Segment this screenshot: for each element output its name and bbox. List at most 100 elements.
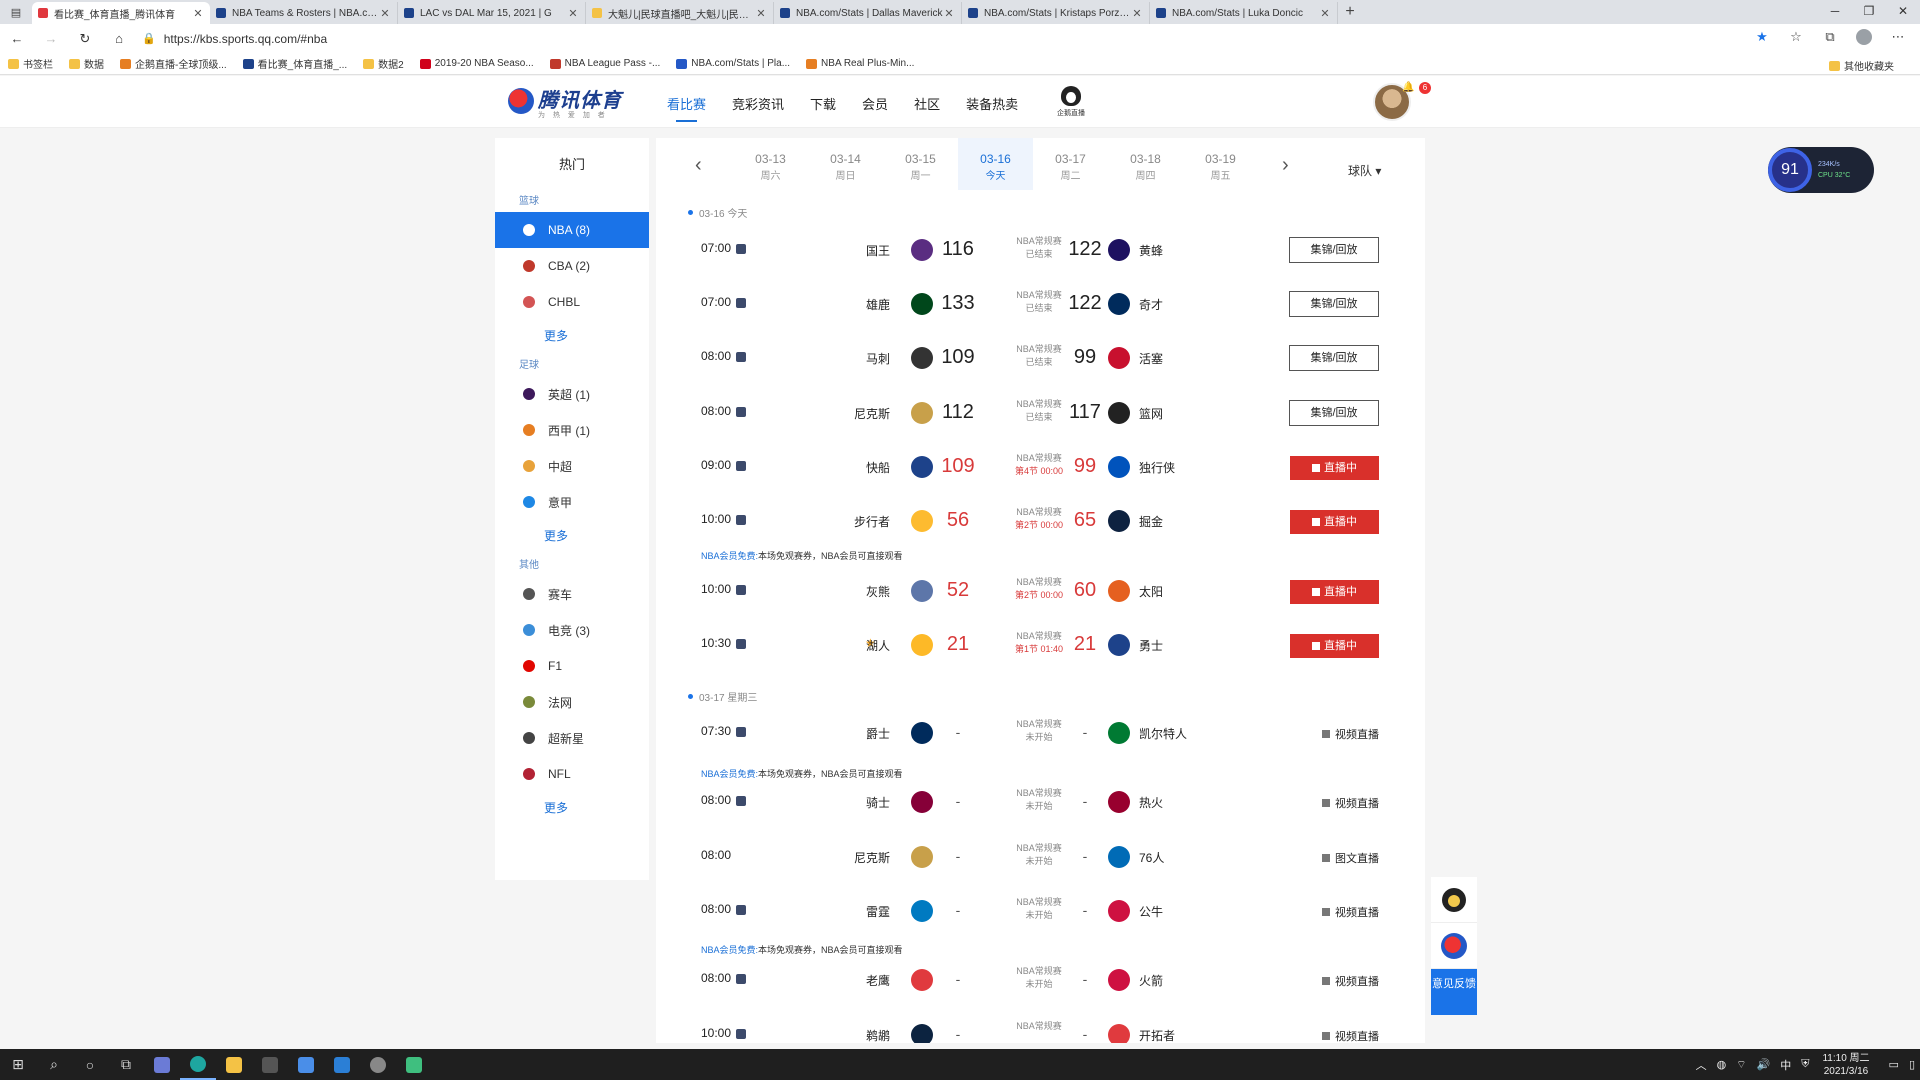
- away-team-name[interactable]: 掘金: [1139, 513, 1163, 530]
- sidebar-item[interactable]: 电竞 (3): [495, 612, 649, 648]
- home-team-name[interactable]: 爵士: [866, 725, 890, 742]
- home-team-name[interactable]: 雷霆: [866, 903, 890, 920]
- browser-tab[interactable]: NBA Teams & Rosters | NBA.com ✕: [210, 2, 398, 24]
- away-team-name[interactable]: 篮网: [1139, 405, 1163, 422]
- watch-link[interactable]: 视频直播: [1322, 795, 1379, 811]
- app3-icon[interactable]: [360, 1049, 396, 1080]
- watch-link[interactable]: 视频直播: [1322, 904, 1379, 920]
- store-icon[interactable]: [252, 1049, 288, 1080]
- game-row[interactable]: 10:00 步行者 56 NBA常规赛 第2节 00:00 65 掘金 直播中: [656, 500, 1425, 544]
- network-icon[interactable]: ◍: [1717, 1058, 1727, 1071]
- sidebar-hot[interactable]: 热门: [495, 138, 649, 192]
- watch-link[interactable]: 视频直播: [1322, 973, 1379, 989]
- close-icon[interactable]: ✕: [1886, 0, 1920, 24]
- minimize-icon[interactable]: ─: [1818, 0, 1852, 24]
- feedback-button[interactable]: 意见反馈: [1431, 969, 1477, 1015]
- bookmark-item[interactable]: NBA Real Plus-Min...: [806, 56, 914, 71]
- browser-tab[interactable]: NBA.com/Stats | Luka Doncic ✕: [1150, 2, 1338, 24]
- sidebar-item[interactable]: 西甲 (1): [495, 412, 649, 448]
- home-team-name[interactable]: 马刺: [866, 350, 890, 367]
- home-team-name[interactable]: 骑士: [866, 794, 890, 811]
- nav-item[interactable]: 下载: [810, 94, 836, 113]
- tab-close-icon[interactable]: ✕: [1319, 7, 1331, 20]
- sidebar-item[interactable]: 超新星: [495, 720, 649, 756]
- tab-close-icon[interactable]: ✕: [567, 7, 579, 20]
- tab-close-icon[interactable]: ✕: [943, 7, 955, 20]
- browser-tab[interactable]: NBA.com/Stats | Kristaps Porzing ✕: [962, 2, 1150, 24]
- favorite-star-icon[interactable]: ★: [1748, 29, 1776, 48]
- watch-link[interactable]: 视频直播: [1322, 726, 1379, 742]
- away-team-name[interactable]: 公牛: [1139, 903, 1163, 920]
- restore-icon[interactable]: ❐: [1852, 0, 1886, 24]
- home-team-name[interactable]: 国王: [866, 242, 890, 259]
- away-team-name[interactable]: 76人: [1139, 849, 1164, 866]
- replay-button[interactable]: 集锦/回放: [1289, 345, 1379, 371]
- member-note-tag[interactable]: NBA会员免费:: [701, 945, 758, 955]
- bookmark-item[interactable]: 企鹅直播-全球顶级...: [120, 56, 227, 71]
- watch-link[interactable]: 视频直播: [1322, 1028, 1379, 1043]
- game-row[interactable]: 10:00 灰熊 52 NBA常规赛 第2节 00:00 60 太阳 直播中: [656, 570, 1425, 614]
- away-team-name[interactable]: 太阳: [1139, 583, 1163, 600]
- sidebar-item[interactable]: CHBL: [495, 284, 649, 320]
- system-monitor-widget[interactable]: 91 234K/s CPU 32°C: [1768, 147, 1874, 193]
- app-icon[interactable]: [144, 1049, 180, 1080]
- date-prev-icon[interactable]: ‹: [695, 154, 702, 177]
- live-button[interactable]: 直播中: [1290, 510, 1379, 534]
- ime-indicator[interactable]: 中: [1780, 1057, 1791, 1073]
- sidebar-item[interactable]: NBA (8): [495, 212, 649, 248]
- collections-icon[interactable]: ⧉: [1816, 29, 1844, 48]
- bookmark-item[interactable]: 2019-20 NBA Seaso...: [419, 56, 534, 71]
- sidebar-item[interactable]: 法网: [495, 684, 649, 720]
- sidebar-item[interactable]: F1: [495, 648, 649, 684]
- app2-icon[interactable]: [288, 1049, 324, 1080]
- away-team-name[interactable]: 独行侠: [1139, 459, 1175, 476]
- game-row[interactable]: 08:00 雷霆 - NBA常规赛 未开始 - 公牛 视频直播: [656, 890, 1425, 934]
- bookmark-item[interactable]: 看比赛_体育直播_...: [242, 56, 347, 71]
- replay-button[interactable]: 集锦/回放: [1289, 291, 1379, 317]
- volume-icon[interactable]: 🔊: [1757, 1058, 1771, 1071]
- game-row[interactable]: 07:30 爵士 - NBA常规赛 未开始 - 凯尔特人 视频直播: [656, 712, 1425, 756]
- date-tab[interactable]: 03-13 周六: [733, 138, 808, 190]
- favorites-icon[interactable]: ☆: [1782, 29, 1810, 48]
- sidebar-more-link[interactable]: 更多: [495, 792, 649, 824]
- bookmark-item[interactable]: 数据2: [363, 56, 404, 71]
- start-icon[interactable]: ⊞: [0, 1049, 36, 1080]
- game-row[interactable]: 07:00 雄鹿 133 NBA常规赛 已结束 122 奇才 集锦/回放: [656, 283, 1425, 327]
- date-tab[interactable]: 03-18 周四: [1108, 138, 1183, 190]
- sidebar-item[interactable]: CBA (2): [495, 248, 649, 284]
- home-team-name[interactable]: 快船: [866, 459, 890, 476]
- home-team-name[interactable]: 鹈鹕: [866, 1027, 890, 1043]
- game-row[interactable]: 08:00 尼克斯 112 NBA常规赛 已结束 117 篮网 集锦/回放: [656, 392, 1425, 436]
- edge-icon[interactable]: [180, 1049, 216, 1080]
- sidebar-item[interactable]: 意甲: [495, 484, 649, 520]
- cortana-icon[interactable]: ○: [72, 1049, 108, 1080]
- tab-close-icon[interactable]: ✕: [379, 7, 391, 20]
- profile-icon[interactable]: [1850, 29, 1878, 48]
- new-tab-button[interactable]: +: [1338, 2, 1362, 24]
- nav-item[interactable]: 竞彩资讯: [732, 94, 784, 113]
- search-icon[interactable]: ⌕: [36, 1049, 72, 1080]
- team-filter-dropdown[interactable]: 球队 ▾: [1348, 162, 1381, 179]
- date-tab[interactable]: 03-14 周日: [808, 138, 883, 190]
- member-note-tag[interactable]: NBA会员免费:: [701, 769, 758, 779]
- game-row[interactable]: 08:00 尼克斯 - NBA常规赛 未开始 -76人 图文直播: [656, 836, 1425, 880]
- wifi-icon[interactable]: ⌔: [1736, 1058, 1746, 1072]
- nav-item[interactable]: 会员: [862, 94, 888, 113]
- home-team-name[interactable]: 灰熊: [866, 583, 890, 600]
- game-row[interactable]: 10:30 ★ 湖人 21 NBA常规赛 第1节 01:40 21 勇士 直播中: [656, 624, 1425, 668]
- nav-item[interactable]: 看比赛: [667, 94, 706, 122]
- home-team-name[interactable]: 尼克斯: [854, 849, 890, 866]
- replay-button[interactable]: 集锦/回放: [1289, 400, 1379, 426]
- tray-expand-icon[interactable]: ︿: [1696, 1057, 1707, 1073]
- sidebar-more-link[interactable]: 更多: [495, 320, 649, 352]
- date-tab[interactable]: 03-16 今天: [958, 138, 1033, 190]
- sidebar-item[interactable]: 中超: [495, 448, 649, 484]
- home-team-name[interactable]: 尼克斯: [854, 405, 890, 422]
- away-team-name[interactable]: 勇士: [1139, 637, 1163, 654]
- sports-app-button[interactable]: [1431, 923, 1477, 969]
- game-row[interactable]: 10:00 鹈鹕 - NBA常规赛 - 开拓者 视频直播: [656, 1014, 1425, 1043]
- bell-icon[interactable]: 🔔: [1402, 82, 1414, 93]
- url-field[interactable]: 🔒 https://kbs.sports.qq.com/#nba: [142, 27, 1748, 51]
- notifications-icon[interactable]: ▭: [1889, 1058, 1899, 1071]
- bookmark-item[interactable]: NBA.com/Stats | Pla...: [676, 56, 790, 71]
